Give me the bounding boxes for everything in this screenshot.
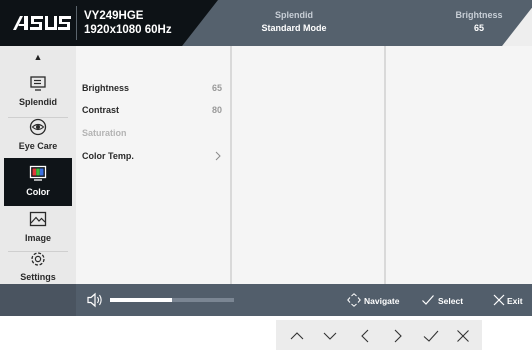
sidebar-item-label: Settings	[20, 272, 56, 282]
menu-item-label: Contrast	[82, 105, 120, 115]
sidebar-item-eye-care[interactable]: Eye Care	[4, 112, 72, 160]
chevron-right-icon	[215, 151, 221, 161]
settings-icon	[31, 252, 45, 266]
color-icon	[29, 165, 47, 181]
sidebar-item-label: Color	[26, 187, 50, 197]
asus-logo	[13, 16, 71, 30]
footer-left-panel	[0, 284, 76, 316]
sidebar-item-label: Splendid	[19, 97, 57, 107]
sidebar: ▲ Splendid Eye Care Color Image Settings	[0, 46, 76, 302]
exit-label: Exit	[507, 296, 523, 306]
splendid-mode-status: Splendid Standard Mode	[234, 9, 354, 35]
brightness-status-value: 65	[473, 23, 484, 33]
navigate-label: Navigate	[364, 296, 400, 306]
menu-item-brightness[interactable]: Brightness 65	[82, 81, 226, 95]
select-label: Select	[438, 296, 464, 306]
sidebar-item-label: Eye Care	[18, 141, 58, 151]
sidebar-item-color[interactable]: Color	[4, 158, 72, 206]
menu-item-value: 65	[211, 83, 222, 93]
up-key-icon[interactable]	[288, 327, 306, 345]
menu-item-label: Brightness	[82, 83, 130, 93]
image-icon	[29, 211, 47, 227]
detail-column	[386, 46, 532, 284]
menu-item-saturation: Saturation	[82, 126, 226, 140]
osd-header: VY249HGE 1920x1080 60Hz Splendid Standar…	[0, 0, 532, 46]
navigate-icon	[347, 293, 361, 307]
sidebar-item-settings[interactable]: Settings	[4, 246, 72, 282]
brightness-status-label: Brightness	[455, 10, 503, 20]
key-guide-bar	[276, 320, 482, 350]
volume-slider-fill	[110, 298, 172, 302]
left-key-icon[interactable]	[356, 327, 374, 345]
menu-item-label: Color Temp.	[82, 151, 134, 161]
confirm-key-icon[interactable]	[422, 327, 440, 345]
splendid-mode-value: Standard Mode	[261, 23, 327, 33]
sidebar-item-image[interactable]: Image	[4, 204, 72, 252]
splendid-mode-label: Splendid	[275, 10, 313, 20]
check-icon	[422, 295, 434, 305]
splendid-icon	[30, 76, 46, 91]
volume-icon	[87, 292, 102, 308]
sidebar-item-label: Image	[24, 233, 51, 243]
monitor-model: VY249HGE	[84, 10, 144, 22]
menu-item-contrast[interactable]: Contrast 80	[82, 103, 226, 117]
scroll-up-icon[interactable]: ▲	[0, 52, 76, 62]
close-key-icon[interactable]	[454, 327, 472, 345]
monitor-resolution: 1920x1080 60Hz	[84, 24, 172, 36]
brightness-status: Brightness 65	[419, 9, 532, 35]
menu-item-label: Saturation	[82, 128, 127, 138]
menu-item-color-temp[interactable]: Color Temp.	[82, 149, 226, 163]
right-key-icon[interactable]	[389, 327, 407, 345]
close-icon	[493, 294, 505, 306]
sidebar-item-splendid[interactable]: Splendid	[4, 68, 72, 116]
osd-footer: Navigate Select Exit	[0, 284, 532, 316]
volume-slider[interactable]	[110, 298, 234, 302]
down-key-icon[interactable]	[321, 327, 339, 345]
options-column	[232, 46, 384, 284]
osd-menu: VY249HGE 1920x1080 60Hz Splendid Standar…	[0, 0, 532, 316]
header-divider	[76, 6, 77, 40]
eye-care-icon	[29, 118, 47, 136]
menu-item-value: 80	[211, 105, 222, 115]
